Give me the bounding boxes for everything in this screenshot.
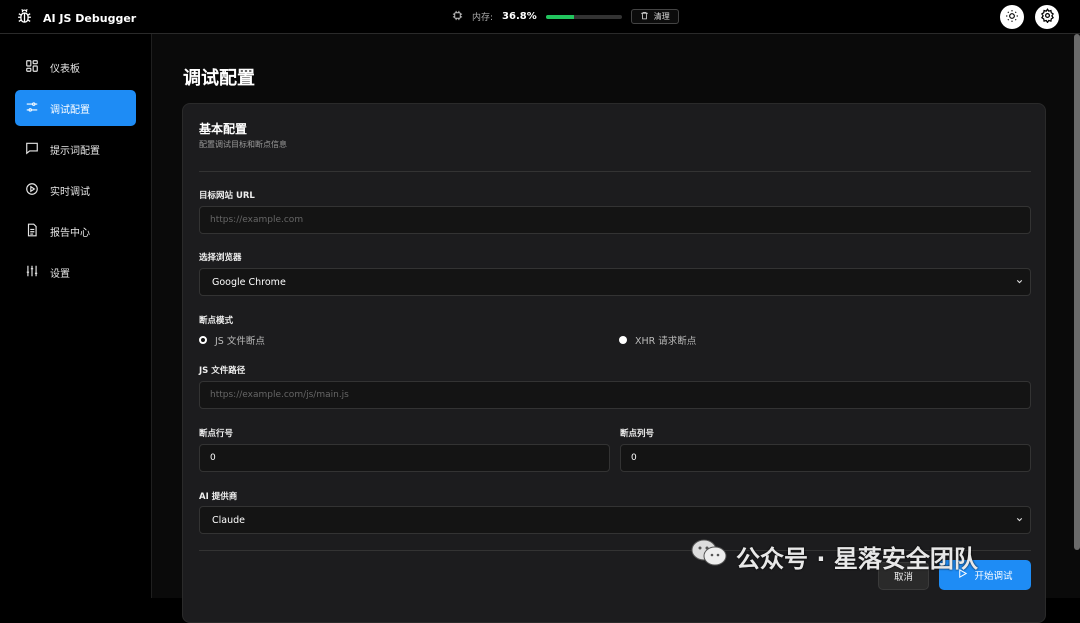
watermark-text: 公众号 · 星落安全团队: [736, 544, 978, 573]
sidebar-item-label: 调试配置: [50, 104, 90, 116]
settings-button[interactable]: [1035, 5, 1059, 29]
dashboard-grid-icon: [25, 59, 39, 76]
sidebar-item-dashboard[interactable]: 仪表板: [15, 49, 136, 85]
card-title: 基本配置: [199, 122, 248, 136]
theme-toggle-button[interactable]: [1000, 5, 1024, 29]
memory-progress-bar: [545, 14, 622, 19]
file-text-icon: [25, 223, 39, 240]
gear-icon: [1040, 8, 1055, 26]
column-number-value: 0: [631, 453, 637, 463]
browser-select-value: Google Chrome: [212, 276, 286, 288]
js-path-input[interactable]: https://example.com/js/main.js: [199, 381, 1031, 409]
url-label: 目标网站 URL: [199, 191, 255, 201]
ai-provider-value: Claude: [212, 514, 245, 526]
sidebar-item-label: 设置: [50, 268, 70, 280]
memory-label: 内存:: [472, 13, 494, 23]
chevron-down-icon: [1015, 277, 1024, 289]
col-label: 断点列号: [620, 429, 655, 439]
line-number-input[interactable]: 0: [199, 444, 610, 472]
start-debug-label: 开始调试: [974, 571, 1013, 582]
divider: [199, 171, 1031, 172]
radio-js-breakpoint[interactable]: JS 文件断点: [199, 333, 265, 347]
url-placeholder: https://example.com: [210, 215, 304, 225]
sidebar-item-live-debug[interactable]: 实时调试: [15, 172, 136, 208]
sidebar-item-label: 报告中心: [50, 227, 90, 239]
line-label: 断点行号: [199, 429, 234, 439]
scrollbar[interactable]: [1074, 34, 1080, 550]
url-input[interactable]: https://example.com: [199, 206, 1031, 234]
radio-xhr-label: XHR 请求断点: [635, 336, 697, 347]
sidebar-item-label: 实时调试: [50, 186, 90, 198]
js-path-placeholder: https://example.com/js/main.js: [210, 390, 349, 400]
sidebar: 仪表板 调试配置 提示词配置 实时调试 报告中心 设置: [0, 34, 152, 598]
play-circle-icon: [25, 182, 39, 199]
sidebar-item-settings[interactable]: 设置: [15, 254, 136, 290]
js-path-label: JS 文件路径: [199, 366, 246, 376]
brand: AI JS Debugger: [16, 8, 136, 28]
top-bar: AI JS Debugger 内存: 36.8% 清理: [0, 0, 1080, 34]
sun-icon: [1005, 9, 1019, 26]
clear-memory-label: 清理: [653, 12, 670, 21]
chevron-down-icon: [1015, 515, 1024, 527]
wechat-icon: [690, 538, 728, 574]
clear-memory-button[interactable]: 清理: [630, 9, 679, 24]
trash-icon: [640, 11, 649, 22]
browser-label: 选择浏览器: [199, 253, 242, 263]
memory-value: 36.8%: [502, 11, 537, 22]
memory-indicator: 内存: 36.8% 清理: [452, 9, 679, 24]
sidebar-item-label: 仪表板: [50, 63, 80, 75]
sidebar-item-label: 提示词配置: [50, 145, 100, 157]
mode-label: 断点模式: [199, 316, 234, 326]
chip-icon: [452, 10, 463, 24]
watermark: 公众号 · 星落安全团队: [690, 538, 978, 574]
message-square-icon: [25, 141, 39, 158]
browser-select[interactable]: Google Chrome: [199, 268, 1031, 296]
sidebar-item-debug-config[interactable]: 调试配置: [15, 90, 136, 126]
page-title: 调试配置: [183, 68, 255, 89]
sliders-icon: [25, 100, 39, 117]
ai-provider-label: AI 提供商: [199, 492, 238, 502]
ai-provider-select[interactable]: Claude: [199, 506, 1031, 534]
radio-selected-dot: [199, 336, 207, 344]
main-content: 调试配置 基本配置 配置调试目标和断点信息 目标网站 URL https://e…: [152, 34, 1080, 623]
memory-progress-fill: [545, 14, 574, 19]
card-subtitle: 配置调试目标和断点信息: [199, 140, 287, 149]
column-number-input[interactable]: 0: [620, 444, 1031, 472]
bug-icon: [16, 8, 33, 28]
radio-dot: [619, 336, 627, 344]
sidebar-item-reports[interactable]: 报告中心: [15, 213, 136, 249]
settings-sliders-icon: [25, 264, 39, 281]
app-title: AI JS Debugger: [43, 11, 137, 25]
radio-js-label: JS 文件断点: [215, 336, 265, 347]
sidebar-item-prompt-config[interactable]: 提示词配置: [15, 131, 136, 167]
radio-xhr-breakpoint[interactable]: XHR 请求断点: [619, 333, 696, 347]
line-number-value: 0: [210, 453, 216, 463]
